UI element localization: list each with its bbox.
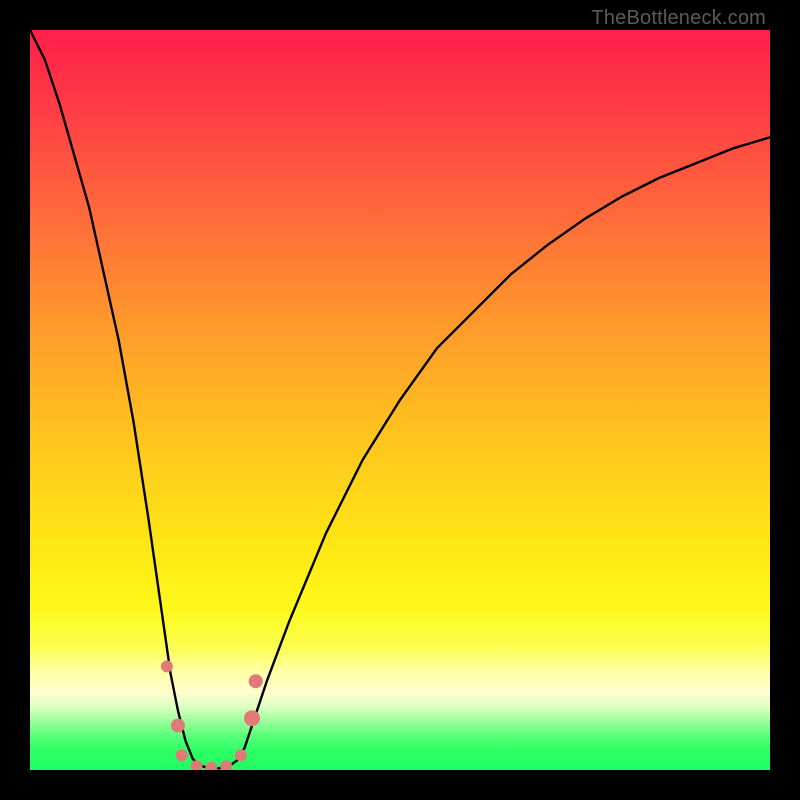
chart-curve-layer bbox=[30, 30, 770, 770]
watermark-text: TheBottleneck.com bbox=[591, 7, 766, 30]
curve-marker bbox=[244, 710, 260, 726]
plot-area bbox=[30, 30, 770, 770]
curve-marker bbox=[249, 674, 263, 688]
chart-frame: TheBottleneck.com bbox=[0, 0, 800, 800]
curve-marker bbox=[205, 762, 217, 770]
curve-marker bbox=[171, 719, 185, 733]
bottleneck-curve bbox=[30, 30, 770, 769]
curve-marker bbox=[220, 760, 232, 770]
curve-marker bbox=[161, 660, 173, 672]
curve-marker bbox=[176, 749, 188, 761]
curve-marker bbox=[235, 749, 247, 761]
curve-marker bbox=[191, 760, 203, 770]
